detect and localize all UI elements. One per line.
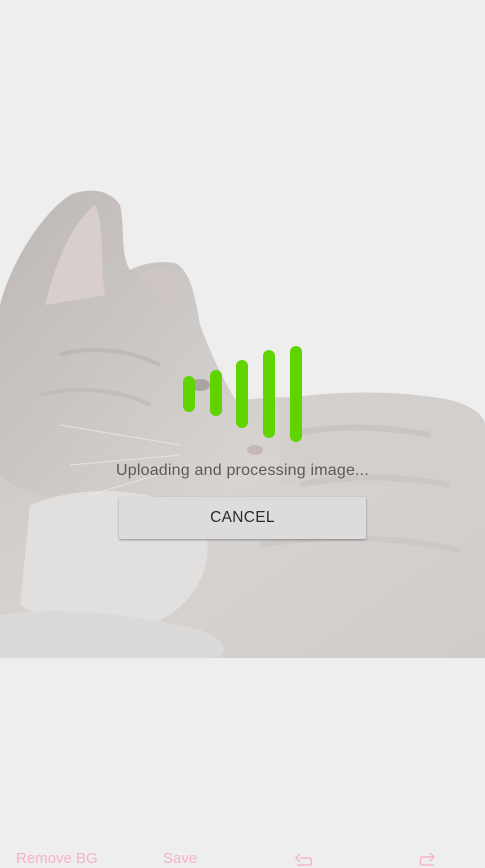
bottom-toolbar: Remove BG Save xyxy=(0,846,485,868)
loader-bar xyxy=(290,346,302,442)
undo-arrow-icon[interactable] xyxy=(292,849,316,867)
progress-message: Uploading and processing image... xyxy=(116,462,369,479)
loader-bar xyxy=(236,360,248,428)
loader-bar xyxy=(263,350,275,438)
loader-bar xyxy=(183,376,195,412)
equalizer-bars-icon xyxy=(180,346,310,446)
loader-bar xyxy=(210,370,222,416)
remove-bg-button[interactable]: Remove BG xyxy=(16,850,98,867)
cancel-button[interactable]: CANCEL xyxy=(119,497,366,539)
editor-screen: Uploading and processing image... CANCEL… xyxy=(0,0,485,868)
redo-arrow-icon[interactable] xyxy=(416,849,440,867)
save-button[interactable]: Save xyxy=(163,850,197,867)
